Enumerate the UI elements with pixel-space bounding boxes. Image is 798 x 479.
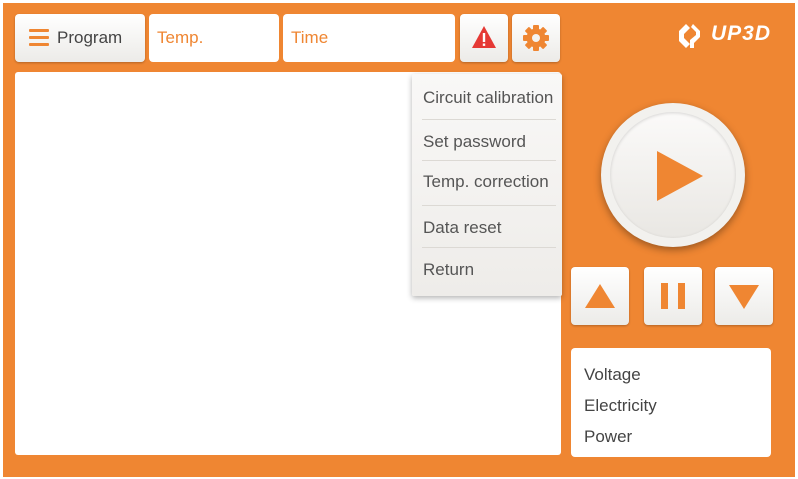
program-button[interactable]: Program	[15, 14, 145, 62]
electricity-label: Electricity	[584, 396, 657, 415]
menu-item-temp-correction[interactable]: Temp. correction	[412, 172, 562, 192]
down-button[interactable]	[715, 267, 773, 325]
gear-icon	[523, 25, 549, 51]
settings-button[interactable]	[512, 14, 560, 62]
pause-button[interactable]	[644, 267, 702, 325]
triangle-up-icon	[585, 284, 615, 308]
settings-menu: Circuit calibration Set password Temp. c…	[412, 74, 562, 296]
electrical-info-panel: Voltage Electricity Power	[571, 348, 771, 457]
menu-divider	[422, 247, 556, 248]
menu-divider	[422, 205, 556, 206]
temp-field[interactable]: Temp.	[149, 14, 279, 62]
power-label: Power	[584, 427, 633, 446]
menu-item-return[interactable]: Return	[412, 260, 562, 280]
menu-item-circuit-calibration[interactable]: Circuit calibration	[412, 88, 562, 108]
menu-divider	[422, 160, 556, 161]
menu-divider	[422, 119, 556, 120]
play-icon	[657, 151, 703, 201]
menu-item-data-reset[interactable]: Data reset	[412, 218, 562, 238]
warning-button[interactable]	[460, 14, 508, 62]
up-button[interactable]	[571, 267, 629, 325]
play-button[interactable]	[601, 103, 745, 247]
triangle-down-icon	[729, 285, 759, 309]
play-button-face	[610, 112, 736, 238]
menu-icon	[29, 29, 49, 47]
warning-icon	[472, 26, 496, 48]
pause-icon	[661, 283, 685, 309]
time-field[interactable]: Time	[283, 14, 455, 62]
logo-mark-icon	[679, 24, 700, 48]
voltage-label: Voltage	[584, 365, 641, 384]
program-label: Program	[57, 28, 123, 47]
menu-item-set-password[interactable]: Set password	[412, 132, 562, 152]
logo-text: UP3D	[711, 22, 772, 45]
